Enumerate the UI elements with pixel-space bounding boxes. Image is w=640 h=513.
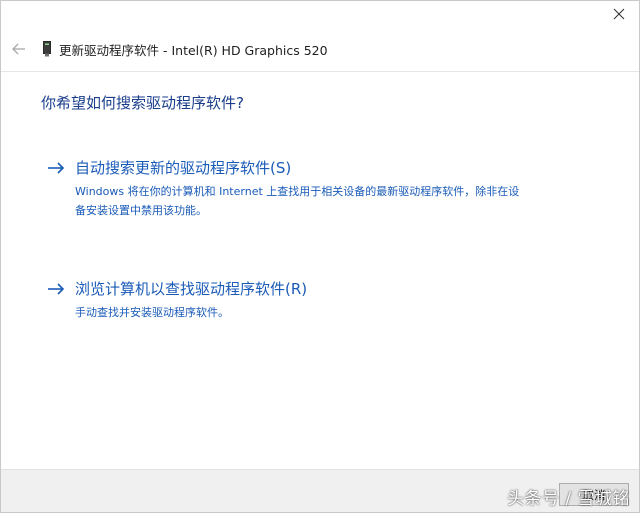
watermark: 头条号 / 雪城铭 [506, 489, 630, 509]
update-driver-dialog: 更新驱动程序软件 - Intel(R) HD Graphics 520 你希望如… [0, 0, 640, 513]
dialog-title: 更新驱动程序软件 - Intel(R) HD Graphics 520 [59, 42, 328, 58]
browse-computer-link[interactable]: 浏览计算机以查找驱动程序软件(R) [75, 278, 307, 299]
close-button[interactable] [605, 3, 633, 25]
auto-search-option[interactable]: 自动搜索更新的驱动程序软件(S) Windows 将在你的计算机和 Intern… [47, 157, 607, 220]
browse-computer-description: 手动查找并安装驱动程序软件。 [75, 306, 229, 319]
display-adapter-icon [41, 40, 53, 58]
back-arrow-icon [12, 43, 25, 55]
auto-search-link[interactable]: 自动搜索更新的驱动程序软件(S) [75, 157, 291, 178]
auto-search-description: Windows 将在你的计算机和 Internet 上查找用于相关设备的最新驱动… [75, 185, 520, 217]
right-arrow-icon [47, 158, 69, 178]
page-heading: 你希望如何搜索驱动程序软件? [41, 94, 244, 112]
dialog-header: 更新驱动程序软件 - Intel(R) HD Graphics 520 [1, 31, 639, 67]
right-arrow-icon [47, 279, 69, 299]
header-divider [1, 71, 639, 72]
browse-computer-option[interactable]: 浏览计算机以查找驱动程序软件(R) 手动查找并安装驱动程序软件。 [47, 278, 607, 322]
close-icon [613, 8, 625, 20]
back-button[interactable] [5, 35, 33, 63]
